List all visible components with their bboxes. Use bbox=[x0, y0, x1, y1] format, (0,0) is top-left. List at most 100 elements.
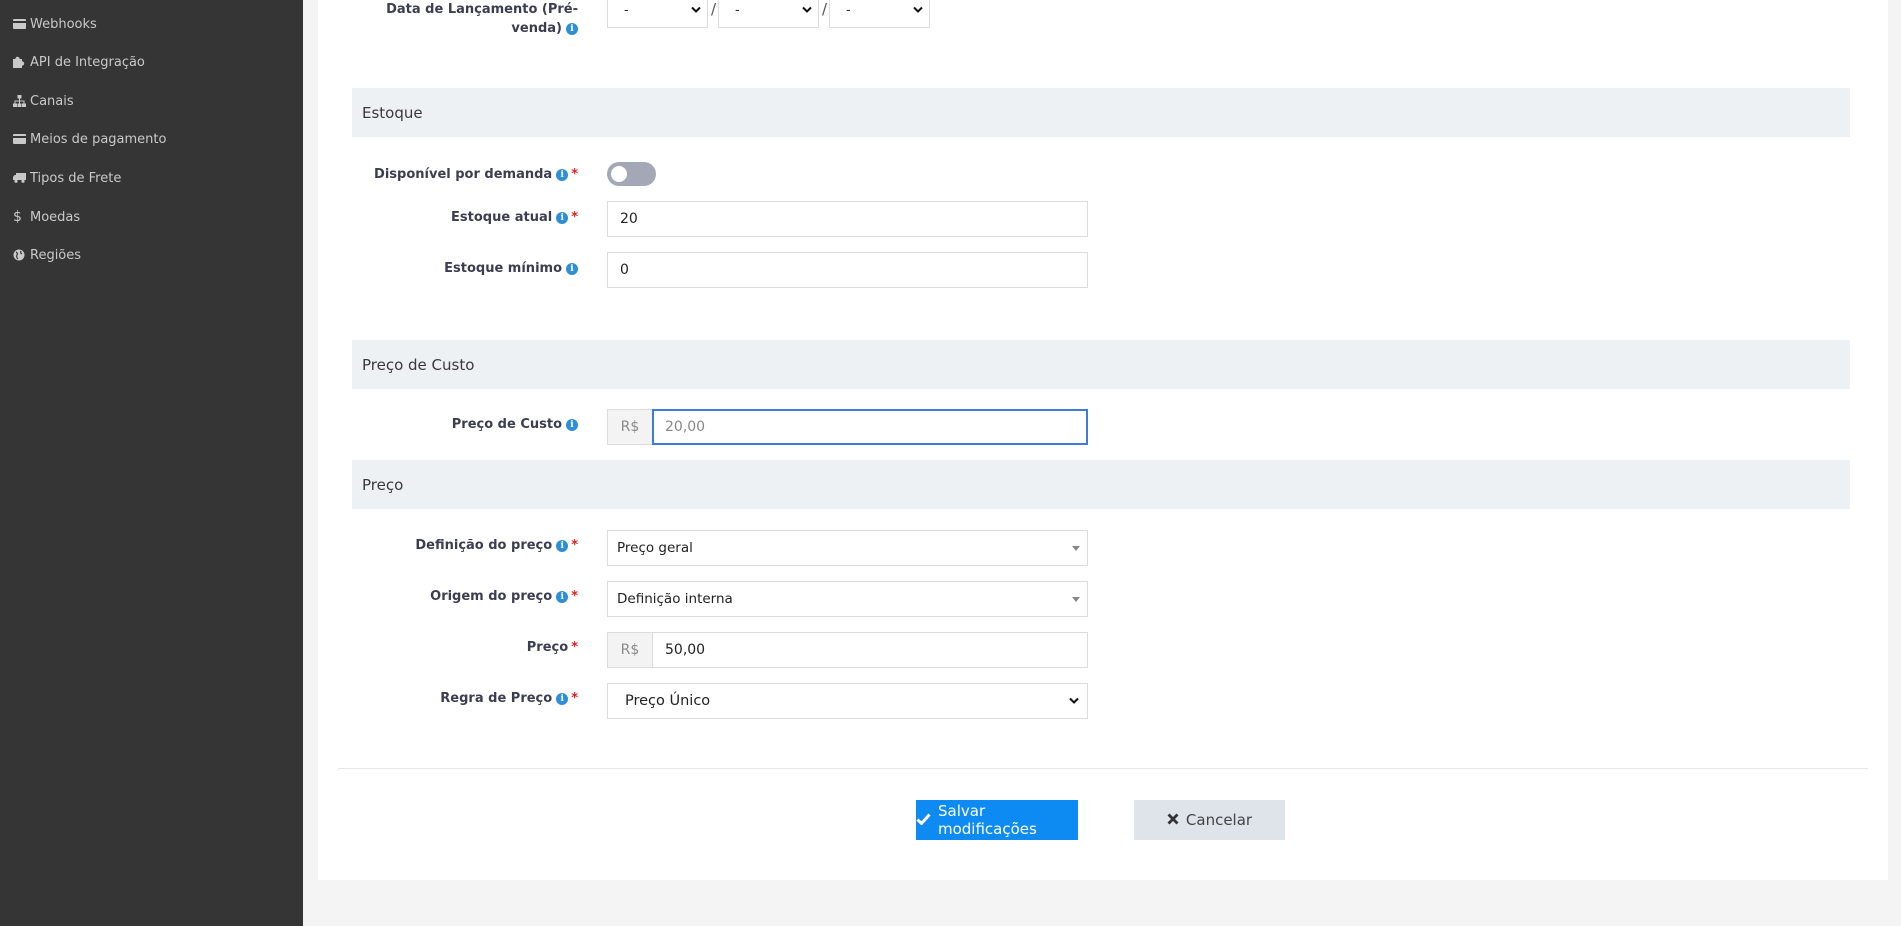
release-day-value: - bbox=[624, 2, 629, 18]
save-button-label: Salvar modificações bbox=[938, 802, 1037, 838]
save-button[interactable]: Salvar modificações bbox=[916, 800, 1078, 840]
close-icon bbox=[1167, 811, 1179, 829]
truck-icon bbox=[13, 173, 29, 183]
sidebar-item-label: Regiões bbox=[30, 247, 82, 263]
price-label: Preço * bbox=[527, 640, 578, 655]
info-icon[interactable]: i bbox=[566, 22, 578, 35]
price-origin-label-col: Origem do preço i * bbox=[318, 581, 578, 617]
price-rule-label-col: Regra de Preço i * bbox=[318, 683, 578, 719]
required-marker: * bbox=[571, 538, 578, 553]
on-demand-toggle[interactable] bbox=[607, 162, 656, 186]
required-marker: * bbox=[571, 640, 578, 655]
section-header-price: Preço bbox=[352, 460, 1850, 509]
price-definition-label-col: Definição do preço i * bbox=[318, 530, 578, 566]
min-stock-label-col: Estoque mínimo i bbox=[318, 252, 578, 288]
price-definition-value: Preço geral bbox=[617, 540, 693, 556]
release-month-select[interactable]: - bbox=[718, 0, 819, 28]
section-header-cost: Preço de Custo bbox=[352, 340, 1850, 389]
release-day-select[interactable]: - bbox=[607, 0, 708, 28]
required-marker: * bbox=[571, 691, 578, 706]
price-definition-label-text: Definição do preço bbox=[415, 538, 553, 553]
price-rule-select[interactable]: Preço Único bbox=[607, 683, 1088, 719]
cost-input-group: R$ 20,00 bbox=[607, 409, 1088, 445]
sidebar: Webhooks API de Integração Canais Meios … bbox=[0, 0, 303, 926]
on-demand-label-col: Disponível por demanda i * bbox=[318, 163, 578, 187]
min-stock-label: Estoque mínimo i bbox=[444, 261, 578, 276]
info-icon[interactable]: i bbox=[556, 539, 569, 552]
sidebar-item-moedas[interactable]: $ Moedas bbox=[13, 206, 80, 228]
price-origin-label: Origem do preço i * bbox=[430, 589, 578, 604]
price-definition-select[interactable]: Preço geral bbox=[607, 530, 1088, 566]
release-date-label-line1: Data de Lançamento (Pré- bbox=[386, 2, 578, 17]
required-marker: * bbox=[571, 210, 578, 225]
price-origin-select[interactable]: Definição interna bbox=[607, 581, 1088, 617]
date-separator: / bbox=[822, 0, 828, 18]
globe-icon bbox=[13, 249, 29, 261]
sidebar-item-label: Meios de pagamento bbox=[30, 131, 167, 147]
current-stock-label-text: Estoque atual bbox=[451, 210, 553, 225]
info-icon[interactable]: i bbox=[556, 590, 569, 603]
chevron-down-icon bbox=[1069, 695, 1079, 708]
price-definition-label: Definição do preço i * bbox=[415, 538, 578, 553]
sidebar-item-tipos-de-frete[interactable]: Tipos de Frete bbox=[13, 167, 121, 189]
price-origin-value: Definição interna bbox=[617, 591, 733, 607]
info-icon[interactable]: i bbox=[556, 168, 569, 181]
credit-card-icon bbox=[13, 134, 29, 144]
check-icon bbox=[916, 811, 931, 829]
section-header-estoque: Estoque bbox=[352, 88, 1850, 137]
on-demand-label: Disponível por demanda i * bbox=[374, 167, 578, 182]
sidebar-item-canais[interactable]: Canais bbox=[13, 90, 74, 112]
chevron-down-icon bbox=[691, 4, 701, 17]
on-demand-label-text: Disponível por demanda bbox=[374, 167, 553, 182]
currency-prefix: R$ bbox=[607, 409, 652, 445]
info-icon[interactable]: i bbox=[566, 418, 578, 431]
current-stock-label: Estoque atual i * bbox=[451, 210, 578, 225]
release-month-value: - bbox=[735, 2, 740, 18]
release-date-label-line2: venda) bbox=[511, 21, 562, 36]
cost-label-col: Preço de Custo i bbox=[318, 409, 578, 445]
price-label-col: Preço * bbox=[318, 632, 578, 668]
release-date-label-line2-wrap: venda) i bbox=[511, 19, 578, 38]
credit-card-icon bbox=[13, 19, 29, 29]
chevron-down-icon bbox=[913, 4, 923, 17]
required-marker: * bbox=[571, 589, 578, 604]
main-content: Data de Lançamento (Pré- venda) i - / - … bbox=[318, 0, 1888, 880]
price-input-group: R$ 50,00 bbox=[607, 632, 1088, 668]
cost-input[interactable]: 20,00 bbox=[652, 409, 1088, 445]
price-label-text: Preço bbox=[526, 640, 569, 655]
release-year-value: - bbox=[846, 2, 851, 18]
puzzle-icon bbox=[13, 56, 29, 68]
price-rule-value: Preço Único bbox=[625, 693, 711, 709]
toggle-knob bbox=[611, 166, 627, 182]
caret-down-icon bbox=[1072, 546, 1080, 551]
sidebar-item-webhooks[interactable]: Webhooks bbox=[13, 13, 97, 35]
cancel-button-label: Cancelar bbox=[1185, 811, 1253, 829]
price-rule-label-text: Regra de Preço bbox=[440, 691, 553, 706]
sidebar-item-label: Canais bbox=[30, 93, 74, 109]
currency-prefix: R$ bbox=[607, 632, 652, 668]
sidebar-item-label: Webhooks bbox=[30, 16, 97, 32]
cost-label-text: Preço de Custo bbox=[451, 417, 562, 432]
sidebar-item-label: API de Integração bbox=[30, 54, 145, 70]
price-origin-label-text: Origem do preço bbox=[430, 589, 553, 604]
min-stock-label-text: Estoque mínimo bbox=[444, 261, 562, 276]
dollar-icon: $ bbox=[13, 209, 22, 225]
chevron-down-icon bbox=[802, 4, 812, 17]
release-year-select[interactable]: - bbox=[829, 0, 930, 28]
info-icon[interactable]: i bbox=[556, 692, 569, 705]
cancel-button[interactable]: Cancelar bbox=[1134, 800, 1285, 840]
current-stock-input[interactable]: 20 bbox=[607, 201, 1088, 237]
caret-down-icon bbox=[1072, 597, 1080, 602]
info-icon[interactable]: i bbox=[566, 262, 578, 275]
sidebar-item-label: Moedas bbox=[30, 209, 81, 225]
min-stock-input[interactable]: 0 bbox=[607, 252, 1088, 288]
sidebar-item-label: Tipos de Frete bbox=[30, 170, 122, 186]
info-icon[interactable]: i bbox=[556, 211, 569, 224]
sidebar-item-meios-de-pagamento[interactable]: Meios de pagamento bbox=[13, 128, 166, 150]
sitemap-icon bbox=[13, 95, 29, 107]
release-date-label-col: Data de Lançamento (Pré- venda) i bbox=[318, 0, 578, 36]
price-input[interactable]: 50,00 bbox=[652, 632, 1088, 668]
cost-label: Preço de Custo i bbox=[452, 417, 578, 432]
sidebar-item-regioes[interactable]: Regiões bbox=[13, 244, 81, 266]
sidebar-item-api[interactable]: API de Integração bbox=[13, 51, 145, 73]
